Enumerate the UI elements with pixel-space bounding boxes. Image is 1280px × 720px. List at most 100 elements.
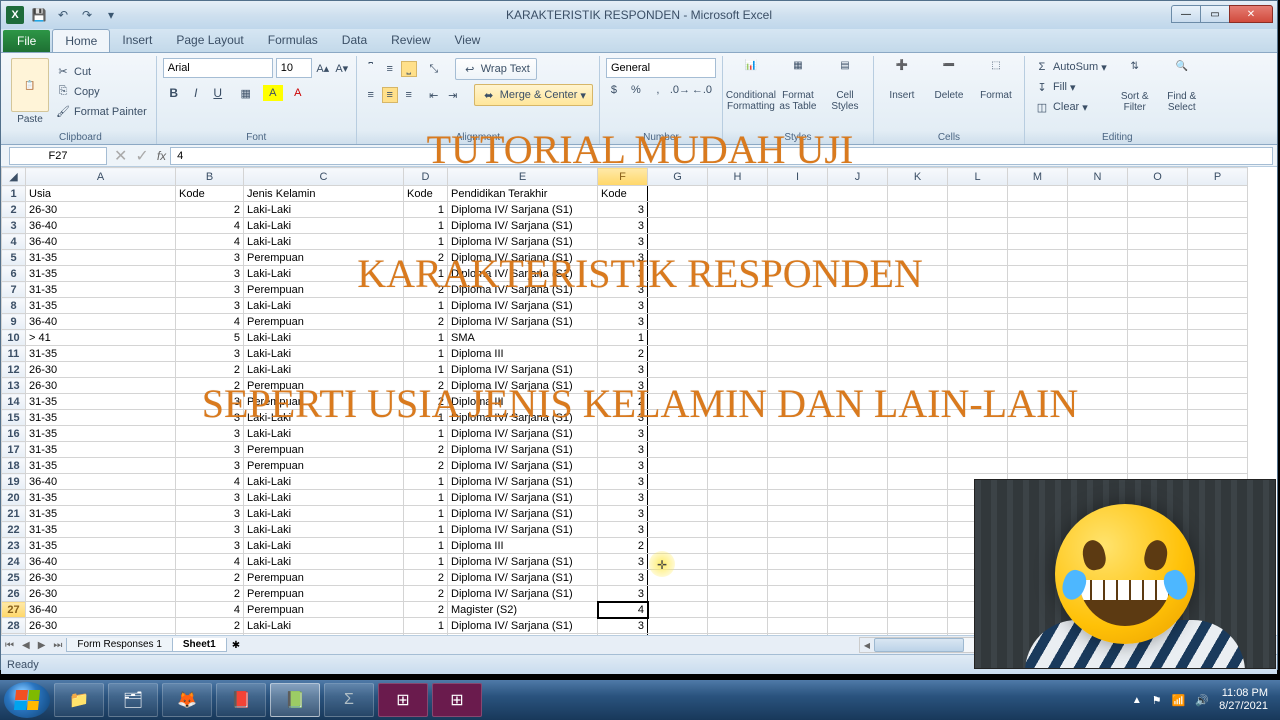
cell[interactable]: [1128, 346, 1188, 362]
cell[interactable]: [768, 362, 828, 378]
ribbon-tab-insert[interactable]: Insert: [110, 29, 164, 52]
cell[interactable]: 31-35: [26, 266, 176, 282]
cell[interactable]: [1128, 426, 1188, 442]
col-header[interactable]: E: [448, 168, 598, 186]
cell[interactable]: Laki-Laki: [244, 474, 404, 490]
cell[interactable]: [828, 506, 888, 522]
cell[interactable]: [1068, 250, 1128, 266]
cell[interactable]: [828, 426, 888, 442]
cell[interactable]: 3: [176, 298, 244, 314]
cell[interactable]: [708, 506, 768, 522]
save-icon[interactable]: 💾: [29, 5, 49, 25]
cell[interactable]: [708, 538, 768, 554]
row-header[interactable]: 5: [2, 250, 26, 266]
cell[interactable]: 1: [404, 410, 448, 426]
cell[interactable]: [1068, 186, 1128, 202]
cell[interactable]: [1188, 266, 1248, 282]
col-header[interactable]: A: [26, 168, 176, 186]
italic-button[interactable]: I: [185, 82, 207, 104]
cell[interactable]: [888, 298, 948, 314]
cell[interactable]: Laki-Laki: [244, 426, 404, 442]
row-header[interactable]: 6: [2, 266, 26, 282]
copy-button[interactable]: ⎘Copy: [52, 83, 150, 101]
cell[interactable]: Perempuan: [244, 570, 404, 586]
cell[interactable]: Laki-Laki: [244, 522, 404, 538]
cell[interactable]: [708, 266, 768, 282]
cell[interactable]: Laki-Laki: [244, 266, 404, 282]
cell[interactable]: Perempuan: [244, 586, 404, 602]
cell[interactable]: 1: [404, 266, 448, 282]
cell[interactable]: 2: [598, 394, 648, 410]
cell[interactable]: [1128, 202, 1188, 218]
cell[interactable]: [828, 410, 888, 426]
cell[interactable]: [708, 602, 768, 618]
shrink-font-icon[interactable]: A▾: [334, 60, 350, 76]
cell[interactable]: [1128, 186, 1188, 202]
cell[interactable]: [888, 202, 948, 218]
row-header[interactable]: 2: [2, 202, 26, 218]
cell[interactable]: 36-40: [26, 218, 176, 234]
cell[interactable]: [1008, 186, 1068, 202]
cell[interactable]: [1068, 426, 1128, 442]
cell[interactable]: [768, 346, 828, 362]
row-header[interactable]: 4: [2, 234, 26, 250]
cell[interactable]: [828, 618, 888, 634]
cell[interactable]: [1008, 266, 1068, 282]
bold-button[interactable]: B: [163, 82, 185, 104]
cell[interactable]: [1188, 218, 1248, 234]
cell[interactable]: 1: [404, 298, 448, 314]
cell[interactable]: 3: [598, 458, 648, 474]
cell[interactable]: [828, 458, 888, 474]
cell[interactable]: Diploma IV/ Sarjana (S1): [448, 618, 598, 634]
col-header[interactable]: I: [768, 168, 828, 186]
merge-center-button[interactable]: ⬌Merge & Center ▾: [474, 84, 593, 106]
cell[interactable]: 31-35: [26, 442, 176, 458]
row-header[interactable]: 16: [2, 426, 26, 442]
cell[interactable]: [828, 554, 888, 570]
cell[interactable]: 3: [176, 410, 244, 426]
cell[interactable]: Diploma IV/ Sarjana (S1): [448, 490, 598, 506]
cell[interactable]: [1008, 458, 1068, 474]
formula-input[interactable]: [170, 147, 1273, 165]
number-format-select[interactable]: [606, 58, 716, 78]
cell[interactable]: 3: [598, 554, 648, 570]
cell[interactable]: [828, 202, 888, 218]
cell[interactable]: [1128, 234, 1188, 250]
cell[interactable]: Kode: [404, 186, 448, 202]
cell[interactable]: [828, 602, 888, 618]
cell[interactable]: [768, 378, 828, 394]
cell[interactable]: [1188, 394, 1248, 410]
cell[interactable]: [648, 458, 708, 474]
cell[interactable]: [888, 538, 948, 554]
cell[interactable]: [948, 378, 1008, 394]
cell[interactable]: [888, 410, 948, 426]
cell[interactable]: [648, 218, 708, 234]
cell[interactable]: [648, 490, 708, 506]
cell[interactable]: Jenis Kelamin: [244, 186, 404, 202]
cell[interactable]: [1068, 314, 1128, 330]
comma-icon[interactable]: ,: [650, 82, 666, 98]
cell[interactable]: [828, 330, 888, 346]
cell[interactable]: [1188, 298, 1248, 314]
font-name-select[interactable]: [163, 58, 273, 78]
cell[interactable]: Diploma IV/ Sarjana (S1): [448, 522, 598, 538]
row-header[interactable]: 13: [2, 378, 26, 394]
cell[interactable]: [1188, 282, 1248, 298]
row-header[interactable]: 12: [2, 362, 26, 378]
cell[interactable]: Diploma IV/ Sarjana (S1): [448, 554, 598, 570]
cell[interactable]: [948, 186, 1008, 202]
cell[interactable]: [648, 234, 708, 250]
cell[interactable]: [888, 218, 948, 234]
cell[interactable]: Diploma IV/ Sarjana (S1): [448, 410, 598, 426]
cell[interactable]: [888, 586, 948, 602]
cell[interactable]: Perempuan: [244, 250, 404, 266]
cell[interactable]: 3: [176, 490, 244, 506]
cell[interactable]: [768, 442, 828, 458]
cell[interactable]: [768, 298, 828, 314]
cell[interactable]: [888, 618, 948, 634]
autosum-button[interactable]: ΣAutoSum ▾: [1031, 58, 1110, 76]
increase-decimal-icon[interactable]: .0→: [672, 82, 688, 98]
col-header[interactable]: M: [1008, 168, 1068, 186]
cell[interactable]: [708, 202, 768, 218]
row-header[interactable]: 28: [2, 618, 26, 634]
